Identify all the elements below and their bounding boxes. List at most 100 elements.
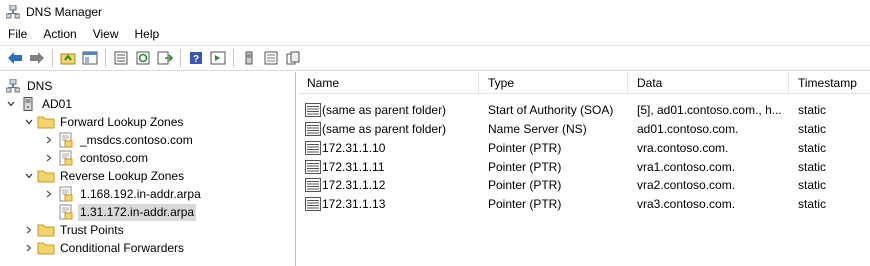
record-icon [305, 122, 321, 137]
record-type: Pointer (PTR) [488, 140, 562, 155]
column-header-type[interactable]: Type [479, 72, 628, 94]
record-type: Pointer (PTR) [488, 159, 562, 174]
column-header-name[interactable]: Name [298, 72, 479, 94]
record-data: ad01.contoso.com. [637, 122, 739, 137]
record-icon [305, 197, 321, 212]
show-hide-console-tree-icon [82, 51, 98, 65]
server-button[interactable] [238, 47, 260, 69]
refresh-icon [136, 51, 150, 65]
toolbar-separator [105, 49, 106, 67]
chevron-down-icon[interactable] [24, 167, 34, 185]
toolbar-separator [180, 49, 181, 67]
zone-icon [57, 150, 75, 166]
column-header-data[interactable]: Data [628, 72, 789, 94]
back-button[interactable] [4, 47, 26, 69]
up-folder-icon [60, 53, 76, 65]
show-hide-action-pane-button[interactable] [207, 47, 229, 69]
tree-item-dns[interactable]: DNS [4, 77, 54, 95]
menu-action[interactable]: Action [35, 24, 84, 44]
record-name: 172.31.1.11 [322, 159, 385, 174]
refresh-button[interactable] [132, 47, 154, 69]
window-title: DNS Manager [26, 4, 103, 19]
record-type: Start of Authority (SOA) [488, 103, 614, 118]
help-button[interactable]: ? [185, 47, 207, 69]
record-data: [5], ad01.contoso.com., h... [637, 103, 782, 118]
tree-item-forward-lookup-zones[interactable]: Forward Lookup Zones [24, 113, 185, 131]
show-hide-action-pane-icon [210, 51, 226, 65]
record-timestamp: static [798, 140, 827, 155]
record-name: (same as parent folder) [322, 103, 447, 118]
menu-bar: File Action View Help [0, 23, 870, 45]
record-timestamp: static [798, 197, 827, 212]
list-view-icon [264, 51, 278, 65]
toolbar-separator [52, 49, 53, 67]
tree-label: DNS [27, 78, 53, 93]
tree-item-zone[interactable]: _msdcs.contoso.com [44, 131, 195, 149]
record-icon [305, 178, 321, 193]
properties-button[interactable] [110, 47, 132, 69]
list-rows: (same as parent folder) Start of Authori… [298, 101, 870, 214]
table-row[interactable]: 172.31.1.11 Pointer (PTR) vra1.contoso.c… [298, 157, 870, 176]
menu-file[interactable]: File [0, 24, 35, 44]
tree-label: _msdcs.contoso.com [80, 132, 193, 147]
export-list-button[interactable] [154, 47, 176, 69]
forward-arrow-icon [30, 52, 44, 64]
record-timestamp: static [798, 159, 827, 174]
record-name: 172.31.1.13 [322, 197, 386, 212]
chevron-placeholder [44, 203, 54, 221]
zone-icon [57, 204, 75, 220]
title-bar: DNS Manager [0, 0, 870, 23]
export-list-icon [157, 51, 173, 65]
toolbar: ? [0, 45, 870, 71]
record-data: vra2.contoso.com. [637, 178, 736, 193]
table-row[interactable]: 172.31.1.12 Pointer (PTR) vra2.contoso.c… [298, 176, 870, 195]
menu-view[interactable]: View [85, 24, 127, 44]
tree-item-conditional-forwarders[interactable]: Conditional Forwarders [24, 239, 186, 257]
record-icon [305, 159, 321, 174]
chevron-right-icon[interactable] [24, 239, 34, 257]
list-view-button[interactable] [260, 47, 282, 69]
folder-icon [37, 168, 55, 184]
tree-item-reverse-lookup-zones[interactable]: Reverse Lookup Zones [24, 167, 186, 185]
chevron-right-icon[interactable] [24, 221, 34, 239]
record-icon [305, 140, 321, 155]
toolbar-separator [233, 49, 234, 67]
help-icon: ? [190, 52, 202, 65]
folder-icon [37, 222, 55, 238]
tree-label: contoso.com [80, 150, 149, 165]
chevron-right-icon[interactable] [44, 131, 54, 149]
tree-item-zone-selected[interactable]: 1.31.172.in-addr.arpa [44, 203, 197, 221]
copy-icon [286, 51, 300, 65]
svg-text:?: ? [193, 54, 199, 65]
tree-item-zone[interactable]: 1.168.192.in-addr.arpa [44, 185, 203, 203]
tree-label: Forward Lookup Zones [60, 114, 184, 129]
tree-item-trust-points[interactable]: Trust Points [24, 221, 126, 239]
tree-label: Reverse Lookup Zones [60, 168, 185, 183]
console-tree: DNS AD01 Forward Lookup Zones _msdcs.con… [0, 72, 296, 266]
chevron-down-icon[interactable] [24, 113, 34, 131]
zone-icon [57, 186, 75, 202]
record-timestamp: static [798, 178, 827, 193]
copy-button[interactable] [282, 47, 304, 69]
chevron-right-icon[interactable] [44, 149, 54, 167]
table-row[interactable]: (same as parent folder) Name Server (NS)… [298, 120, 870, 139]
properties-icon [114, 51, 128, 65]
zone-icon [57, 132, 75, 148]
column-header-timestamp[interactable]: Timestamp [789, 72, 870, 94]
tree-item-server[interactable]: AD01 [6, 95, 74, 113]
up-one-level-button[interactable] [57, 47, 79, 69]
record-name: 172.31.1.10 [322, 140, 386, 155]
forward-button[interactable] [26, 47, 48, 69]
table-row[interactable]: 172.31.1.13 Pointer (PTR) vra3.contoso.c… [298, 195, 870, 214]
menu-help[interactable]: Help [127, 24, 168, 44]
show-hide-console-tree-button[interactable] [79, 47, 101, 69]
tree-item-zone[interactable]: contoso.com [44, 149, 150, 167]
table-row[interactable]: 172.31.1.10 Pointer (PTR) vra.contoso.co… [298, 139, 870, 158]
record-icon [305, 103, 321, 118]
table-row[interactable]: (same as parent folder) Start of Authori… [298, 101, 870, 120]
chevron-down-icon[interactable] [6, 95, 16, 113]
tree-label: Conditional Forwarders [60, 240, 185, 255]
back-arrow-icon [8, 52, 22, 64]
chevron-right-icon[interactable] [44, 185, 54, 203]
folder-icon [37, 114, 55, 130]
